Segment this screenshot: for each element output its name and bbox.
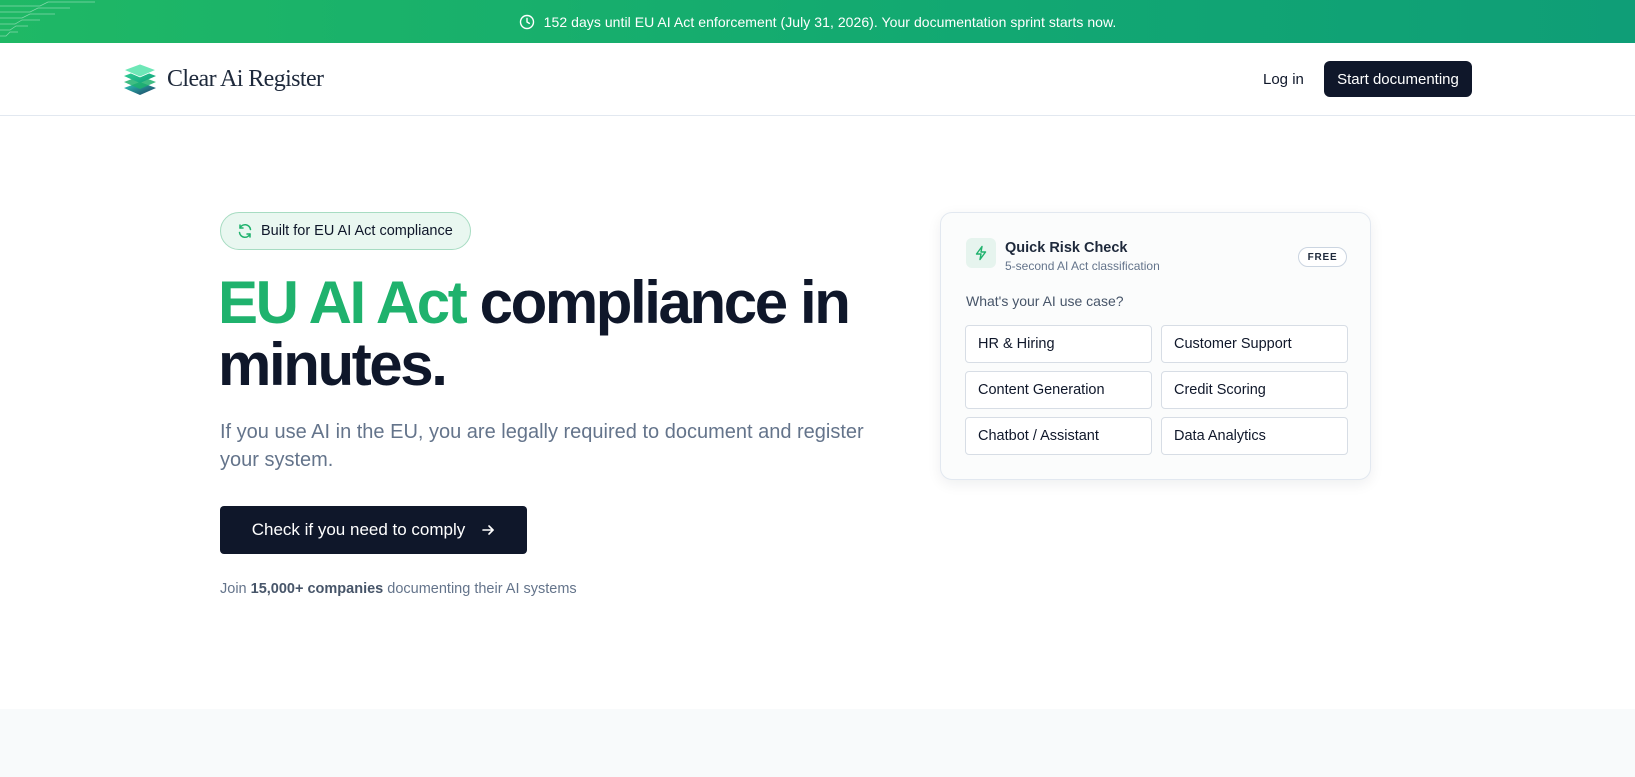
use-case-option-content-generation[interactable]: Content Generation [965,371,1152,409]
refresh-icon [237,223,253,239]
brand-logo[interactable]: Clear Ai Register [121,60,324,98]
brand-name: Clear Ai Register [167,65,324,92]
start-documenting-button[interactable]: Start documenting [1324,61,1472,97]
compliance-badge: Built for EU AI Act compliance [220,212,471,250]
circuit-pattern-decoration [0,1,95,37]
check-compliance-label: Check if you need to comply [251,520,466,539]
social-proof: Join 15,000+ companies documenting their… [220,581,577,597]
hero-headline: EU AI Act compliance in minutes. [218,272,918,396]
use-case-option-hr-hiring[interactable]: HR & Hiring [965,325,1152,363]
card-subtitle: 5-second AI Act classification [1005,259,1160,273]
headline-text-2: minutes. [218,331,448,398]
hero-subtitle: If you use AI in the EU, you are legally… [220,421,864,471]
lightning-bolt-icon [966,238,996,268]
free-badge: FREE [1298,247,1347,267]
announcement-banner: 152 days until EU AI Act enforcement (Ju… [0,0,1635,43]
use-case-options: HR & Hiring Customer Support Content Gen… [965,325,1348,455]
social-proof-prefix: Join [220,581,251,597]
use-case-option-chatbot-assistant[interactable]: Chatbot / Assistant [965,417,1152,455]
top-navigation: Clear Ai Register Log in Start documenti… [0,43,1635,116]
arrow-right-icon [481,523,495,537]
use-case-option-customer-support[interactable]: Customer Support [1161,325,1348,363]
clock-icon [519,14,535,30]
next-section-background [0,709,1635,777]
use-case-option-data-analytics[interactable]: Data Analytics [1161,417,1348,455]
use-case-option-credit-scoring[interactable]: Credit Scoring [1161,371,1348,409]
banner-text: 152 days until EU AI Act enforcement (Ju… [543,13,1117,30]
check-compliance-button[interactable]: Check if you need to comply [220,506,527,554]
compliance-badge-label: Built for EU AI Act compliance [261,223,453,239]
quick-risk-check-card: Quick Risk Check 5-second AI Act classif… [940,212,1371,480]
social-proof-suffix: documenting their AI systems [383,581,577,597]
use-case-question: What's your AI use case? [966,293,1124,309]
card-title: Quick Risk Check [1005,240,1128,256]
stacked-layers-logo-icon [122,63,158,95]
login-link[interactable]: Log in [1263,71,1304,88]
headline-accent: EU AI Act [218,269,468,336]
social-proof-count: 15,000+ companies [250,581,384,597]
headline-text-1: compliance in [465,269,851,336]
